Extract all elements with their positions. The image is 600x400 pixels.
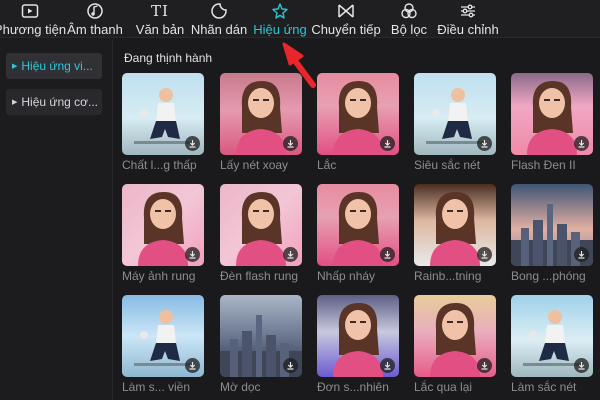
tab-text[interactable]: TI Văn bản: [134, 0, 186, 38]
effect-thumbnail[interactable]: [122, 184, 204, 266]
effect-thumbnail[interactable]: [220, 295, 302, 377]
effect-thumbnail[interactable]: [317, 73, 399, 155]
effect-card[interactable]: Flash Đen II: [511, 73, 593, 172]
effect-card[interactable]: Làm sắc nét: [511, 295, 593, 394]
effect-card[interactable]: Rainb...tning: [414, 184, 496, 283]
section-title: Đang thịnh hành: [124, 51, 213, 65]
download-icon[interactable]: [380, 136, 395, 151]
sidebar-item-label: Hiệu ứng cơ...: [21, 95, 98, 109]
effect-card[interactable]: Làm s... viền: [122, 295, 204, 394]
text-icon-glyph: TI: [151, 2, 169, 20]
effect-thumbnail[interactable]: [511, 184, 593, 266]
effect-card[interactable]: Lắc qua lại: [414, 295, 496, 394]
effect-card[interactable]: Lắc: [317, 73, 399, 172]
download-icon[interactable]: [185, 136, 200, 151]
effect-thumbnail[interactable]: [414, 295, 496, 377]
effect-card[interactable]: Nhấp nháy: [317, 184, 399, 283]
tab-filter[interactable]: Bộ lọc: [387, 0, 431, 38]
download-icon[interactable]: [477, 358, 492, 373]
effect-card[interactable]: Bong ...phóng: [511, 184, 593, 283]
effect-card[interactable]: Mờ dọc: [220, 295, 302, 394]
effect-thumbnail[interactable]: [511, 73, 593, 155]
effect-caption: Làm sắc nét: [511, 380, 577, 394]
download-icon[interactable]: [574, 136, 589, 151]
effect-caption: Nhấp nháy: [317, 269, 376, 283]
adjust-icon: [459, 1, 477, 21]
download-icon[interactable]: [185, 358, 200, 373]
effect-thumbnail[interactable]: [122, 295, 204, 377]
effect-caption: Làm s... viền: [122, 380, 191, 394]
effect-thumbnail[interactable]: [317, 184, 399, 266]
top-toolbar: Phương tiện Âm thanh TI Văn bản Nhãn dán…: [0, 0, 600, 38]
download-icon[interactable]: [283, 136, 298, 151]
tab-transition[interactable]: Chuyển tiếp: [311, 0, 381, 38]
effect-card[interactable]: Đơn s...nhiên: [317, 295, 399, 394]
download-icon[interactable]: [574, 247, 589, 262]
tab-sticker[interactable]: Nhãn dán: [191, 0, 247, 38]
effect-caption: Đơn s...nhiên: [317, 380, 389, 394]
effect-card[interactable]: Đèn flash rung: [220, 184, 302, 283]
sidebar-item-basic-effects[interactable]: ▶ Hiệu ứng cơ...: [6, 89, 102, 115]
effect-thumbnail[interactable]: [220, 73, 302, 155]
tab-text-label: Văn bản: [135, 22, 185, 37]
tab-adjust-label: Điều chỉnh: [437, 22, 499, 37]
effect-caption: Rainb...tning: [414, 269, 482, 283]
effect-card[interactable]: Siêu sắc nét: [414, 73, 496, 172]
effect-caption: Đèn flash rung: [220, 269, 299, 283]
effect-thumbnail[interactable]: [511, 295, 593, 377]
tab-adjust[interactable]: Điều chỉnh: [436, 0, 500, 38]
effects-panel: Đang thịnh hành Chất l...g thấp Lấy nét x…: [114, 39, 600, 400]
download-icon[interactable]: [380, 247, 395, 262]
sticker-icon: [210, 1, 228, 21]
effects-sidebar: ▶ Hiệu ứng vi... ▶ Hiệu ứng cơ...: [0, 39, 113, 400]
tab-transition-label: Chuyển tiếp: [311, 22, 381, 37]
sidebar-item-label: Hiệu ứng vi...: [21, 59, 93, 73]
tab-filter-label: Bộ lọc: [390, 22, 428, 37]
tab-media[interactable]: Phương tiện: [0, 0, 66, 38]
effect-thumbnail[interactable]: [317, 295, 399, 377]
effect-caption: Siêu sắc nét: [414, 158, 481, 172]
download-icon[interactable]: [477, 136, 492, 151]
media-icon: [21, 1, 39, 21]
download-icon[interactable]: [283, 358, 298, 373]
effect-caption: Flash Đen II: [511, 158, 576, 172]
text-icon: TI: [151, 1, 169, 21]
effect-thumbnail[interactable]: [122, 73, 204, 155]
effect-thumbnail[interactable]: [414, 73, 496, 155]
effect-caption: Mờ dọc: [220, 380, 261, 394]
tab-audio-label: Âm thanh: [67, 22, 123, 37]
effect-card[interactable]: Chất l...g thấp: [122, 73, 204, 172]
effect-caption: Lắc: [317, 158, 337, 172]
tab-effects[interactable]: Hiệu ứng: [253, 0, 307, 38]
download-icon[interactable]: [574, 358, 589, 373]
tab-sticker-label: Nhãn dán: [190, 22, 248, 37]
effect-card[interactable]: Máy ảnh rung: [122, 184, 204, 283]
download-icon[interactable]: [185, 247, 200, 262]
transition-icon: [337, 1, 355, 21]
effect-caption: Lấy nét xoay: [220, 158, 289, 172]
sidebar-item-video-effects[interactable]: ▶ Hiệu ứng vi...: [6, 53, 102, 79]
filter-icon: [400, 1, 418, 21]
download-icon[interactable]: [380, 358, 395, 373]
effect-card[interactable]: Lấy nét xoay: [220, 73, 302, 172]
tab-media-label: Phương tiện: [0, 22, 67, 37]
effect-caption: Lắc qua lại: [414, 380, 473, 394]
expand-triangle-icon: ▶: [12, 99, 18, 106]
tab-effects-label: Hiệu ứng: [253, 22, 307, 37]
download-icon[interactable]: [283, 247, 298, 262]
effects-icon: [271, 1, 289, 21]
effect-caption: Bong ...phóng: [511, 269, 586, 283]
effect-thumbnail[interactable]: [414, 184, 496, 266]
tab-audio[interactable]: Âm thanh: [63, 0, 127, 38]
effect-thumbnail[interactable]: [220, 184, 302, 266]
expand-triangle-icon: ▶: [12, 63, 18, 70]
audio-icon: [86, 1, 104, 21]
effect-caption: Máy ảnh rung: [122, 269, 196, 283]
effect-caption: Chất l...g thấp: [122, 158, 197, 172]
download-icon[interactable]: [477, 247, 492, 262]
